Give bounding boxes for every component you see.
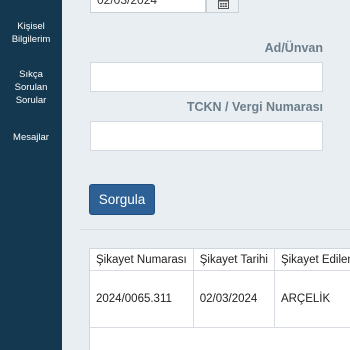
date-picker-button[interactable] <box>206 0 239 13</box>
section-divider <box>80 229 350 230</box>
results-table-container[interactable]: Şikayet Numarası Şikayet Tarihi Şikayet … <box>89 248 350 350</box>
sidebar-item-label: Kişisel <box>17 21 45 32</box>
main-content: 02/03/2024 Ad/Ünvan TCKN / Vergi Numaras… <box>62 0 350 350</box>
complaint-date-cell: 02/03/2024 <box>193 270 275 328</box>
column-header-complained-party[interactable]: Şikayet Edilen <box>274 249 350 271</box>
sidebar-item-label: Sıkça <box>19 69 43 80</box>
table-row[interactable]: 2024/0065.311 02/03/2024 ARÇELİK <box>90 270 350 328</box>
name-label: Ad/Ünvan <box>264 41 323 55</box>
query-button[interactable]: Sorgula <box>89 184 155 215</box>
column-header-complaint-number[interactable]: Şikayet Numarası <box>90 249 194 271</box>
sidebar-item-faq[interactable]: Sıkça Sorulan Sorular <box>0 68 62 107</box>
results-table: Şikayet Numarası Şikayet Tarihi Şikayet … <box>90 249 350 328</box>
calendar-icon <box>218 0 229 9</box>
sidebar-item-personal-info[interactable]: Kişisel Bilgilerim <box>0 20 62 46</box>
tckn-label: TCKN / Vergi Numarası <box>186 100 323 114</box>
tckn-input[interactable] <box>90 121 323 151</box>
sidebar-item-label: Sorulan <box>14 82 48 93</box>
complained-party-cell: ARÇELİK <box>274 270 350 328</box>
app-frame: Kişisel Bilgilerim Sıkça Sorulan Sorular… <box>0 0 350 350</box>
sidebar-item-messages[interactable]: Mesajlar <box>0 131 62 144</box>
name-input[interactable] <box>90 62 323 92</box>
sidebar-item-label: Sorular <box>15 95 47 106</box>
sidebar-item-label: Bilgilerim <box>11 34 51 45</box>
complaint-date-input[interactable]: 02/03/2024 <box>90 0 206 13</box>
column-header-complaint-date[interactable]: Şikayet Tarihi <box>193 249 275 271</box>
complaint-number-cell: 2024/0065.311 <box>90 270 194 328</box>
sidebar-item-label: Mesajlar <box>13 132 49 143</box>
table-header-row: Şikayet Numarası Şikayet Tarihi Şikayet … <box>90 249 350 271</box>
sidebar: Kişisel Bilgilerim Sıkça Sorulan Sorular… <box>0 0 62 350</box>
